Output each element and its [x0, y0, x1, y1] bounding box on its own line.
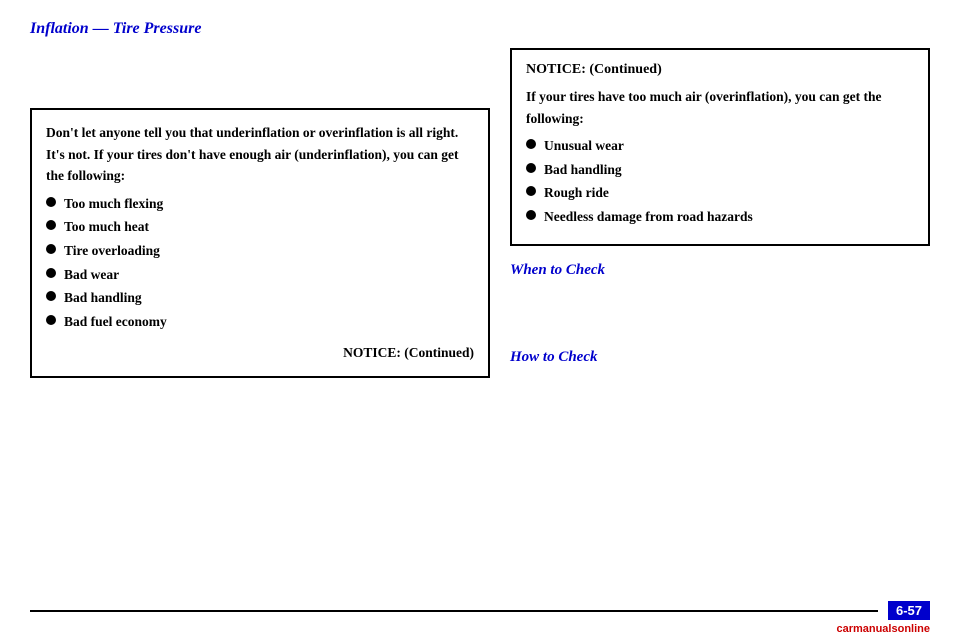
right-column: NOTICE: (Continued) If your tires have t…	[510, 48, 930, 378]
list-item: Bad handling	[46, 287, 474, 309]
page-number: 6-57	[888, 601, 930, 620]
page-container: Inflation — Tire Pressure Don't let anyo…	[0, 0, 960, 640]
list-item: Bad handling	[526, 159, 914, 181]
overinflation-list: Unusual wear Bad handling Rough ride	[526, 135, 914, 227]
bullet-icon	[46, 197, 56, 207]
notice-box-right-intro: If your tires have too much air (overinf…	[526, 86, 914, 129]
notice-box-right-header: NOTICE: (Continued)	[526, 62, 914, 78]
list-item: Too much heat	[46, 216, 474, 238]
watermark: carmanualsonline	[836, 623, 930, 635]
how-to-check-heading: How to Check	[510, 349, 930, 366]
notice-continued-label: NOTICE: (Continued)	[46, 342, 474, 364]
bullet-icon	[46, 315, 56, 325]
underinflation-list: Too much flexing Too much heat Tire over…	[46, 193, 474, 333]
list-item: Too much flexing	[46, 193, 474, 215]
when-to-check-heading: When to Check	[510, 262, 930, 279]
bullet-icon	[526, 163, 536, 173]
notice-box-right-body: If your tires have too much air (overinf…	[526, 86, 914, 228]
notice-box-left-content: Don't let anyone tell you that underinfl…	[46, 122, 474, 364]
main-content: Don't let anyone tell you that underinfl…	[30, 48, 930, 378]
notice-box-left-intro: Don't let anyone tell you that underinfl…	[46, 122, 474, 187]
watermark-logo: carmanualsonline	[836, 623, 930, 635]
bullet-icon	[46, 291, 56, 301]
page-title: Inflation — Tire Pressure	[30, 20, 930, 38]
list-item: Unusual wear	[526, 135, 914, 157]
when-to-check-body	[510, 285, 930, 335]
bullet-icon	[526, 210, 536, 220]
bullet-icon	[526, 139, 536, 149]
list-item: Tire overloading	[46, 240, 474, 262]
bullet-icon	[46, 268, 56, 278]
list-item: Bad fuel economy	[46, 311, 474, 333]
list-item: Bad wear	[46, 264, 474, 286]
notice-box-left: Don't let anyone tell you that underinfl…	[30, 108, 490, 378]
bottom-bar: 6-57	[30, 601, 930, 620]
notice-box-right: NOTICE: (Continued) If your tires have t…	[510, 48, 930, 246]
left-column: Don't let anyone tell you that underinfl…	[30, 48, 490, 378]
bottom-line	[30, 610, 878, 612]
list-item: Rough ride	[526, 182, 914, 204]
list-item: Needless damage from road hazards	[526, 206, 914, 228]
bullet-icon	[46, 220, 56, 230]
bullet-icon	[46, 244, 56, 254]
bullet-icon	[526, 186, 536, 196]
